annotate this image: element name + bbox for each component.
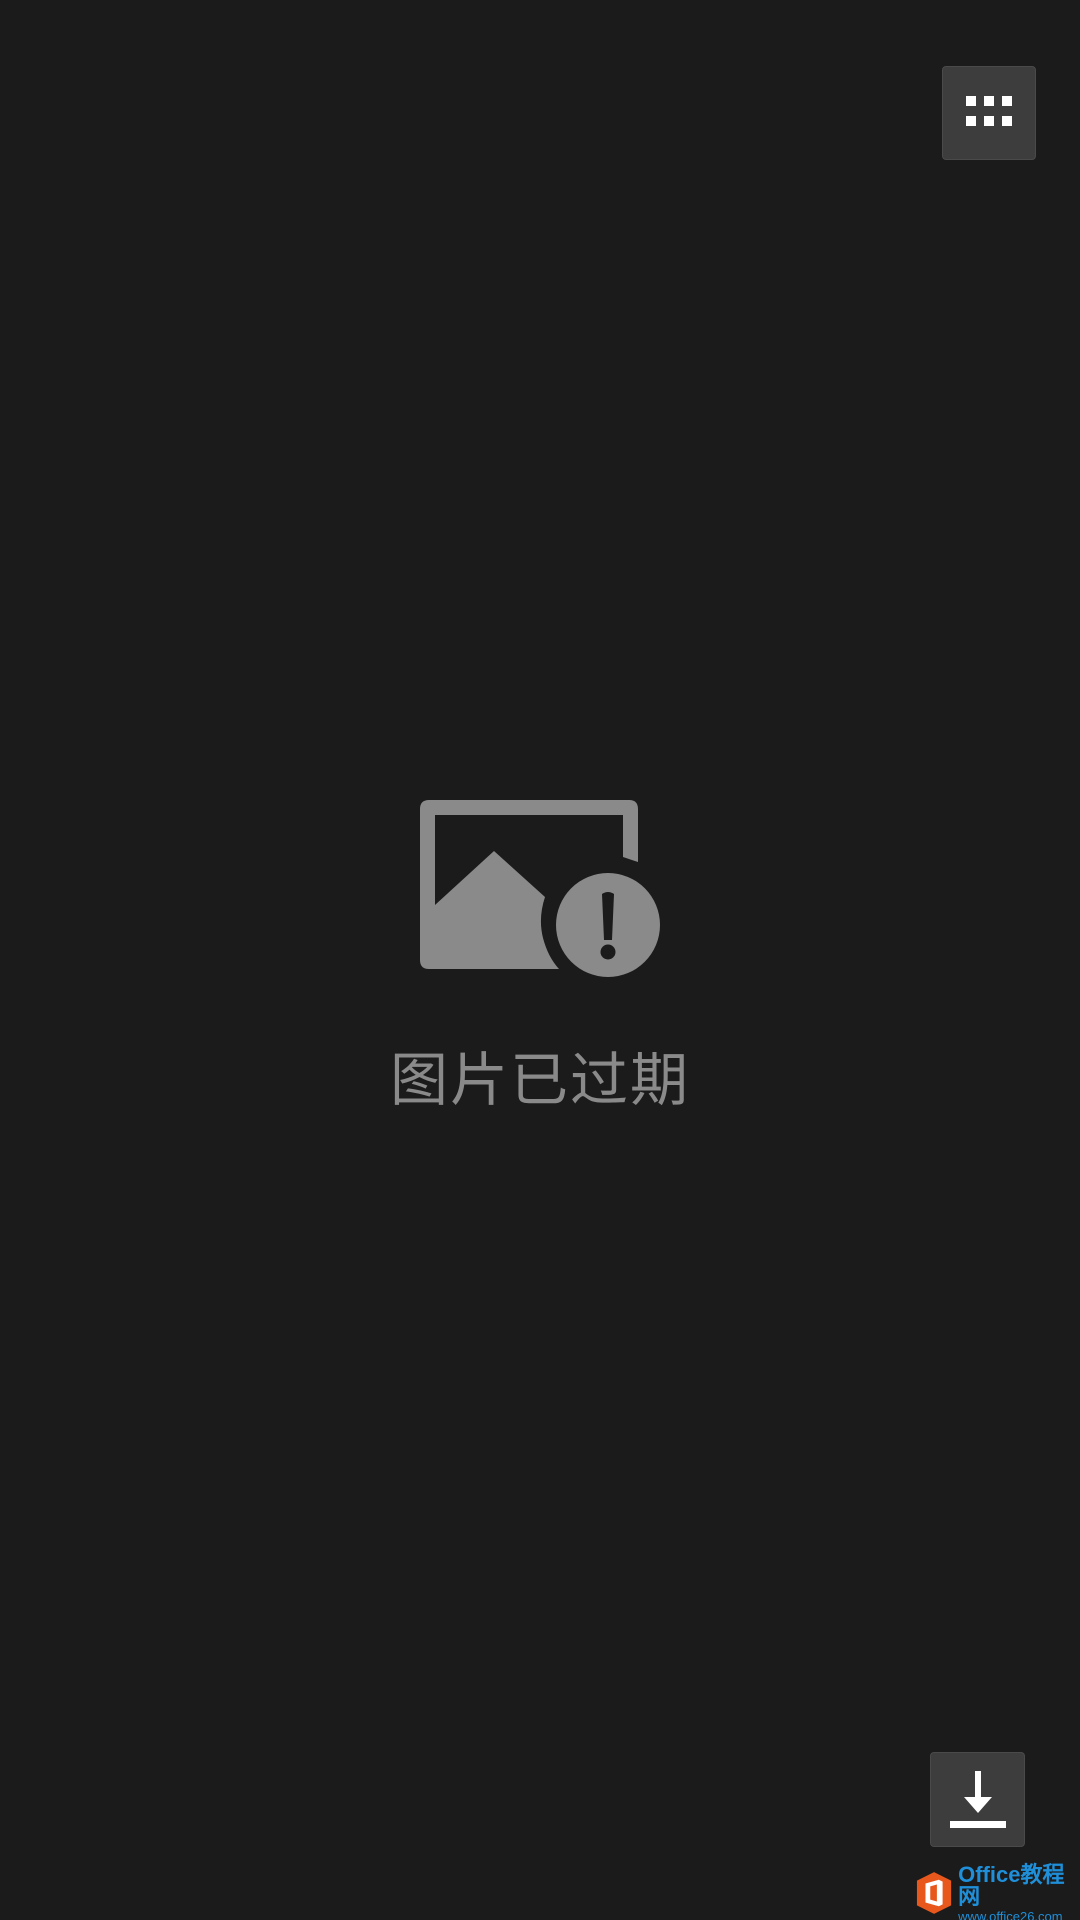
grid-view-button[interactable] bbox=[942, 66, 1036, 160]
grid-icon bbox=[966, 96, 1012, 126]
watermark-url: www.office26.com bbox=[958, 1908, 1063, 1920]
watermark: Office教程网 www.office26.com bbox=[916, 1863, 1080, 1920]
image-expired-icon bbox=[420, 800, 660, 977]
download-icon bbox=[949, 1770, 1006, 1828]
watermark-title: Office教程网 bbox=[958, 1861, 1065, 1909]
expired-message: 图片已过期 bbox=[389, 1046, 690, 1114]
download-button[interactable] bbox=[930, 1752, 1025, 1847]
office-logo-icon bbox=[916, 1872, 952, 1914]
